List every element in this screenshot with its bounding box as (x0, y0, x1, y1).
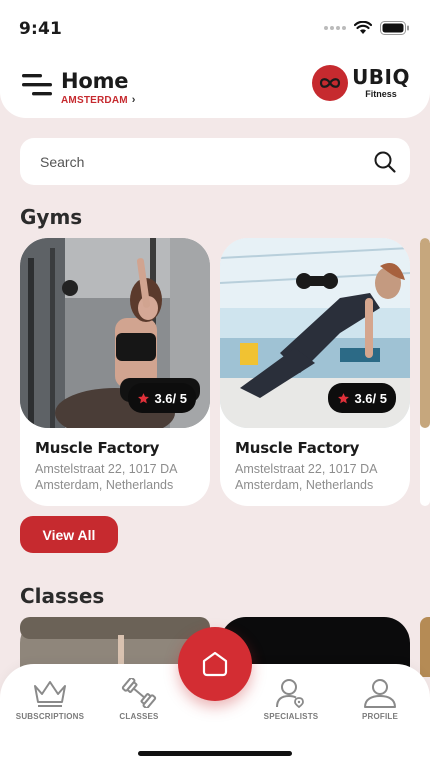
gym-name: Muscle Factory (35, 439, 160, 457)
gym-card[interactable]: 3.6/ 5 Muscle Factory Amstelstraat 22, 1… (220, 238, 410, 506)
home-indicator (138, 751, 292, 756)
rating-badge: 3.6/ 5 (128, 383, 196, 413)
rating-badge: 3.6/ 5 (328, 383, 396, 413)
page-title: Home (61, 69, 129, 93)
tab-subscriptions[interactable]: SUBSCRIPTIONS (10, 678, 90, 721)
brand-subtitle: Fitness (365, 89, 397, 99)
tab-label: SUBSCRIPTIONS (15, 712, 85, 721)
location-label: AMSTERDAM (61, 94, 128, 106)
status-bar: 9:41 (0, 0, 430, 54)
app-header: Home AMSTERDAM › UBIQ Fitness (0, 54, 430, 118)
star-icon (338, 392, 350, 403)
location-selector[interactable]: AMSTERDAM › (61, 94, 136, 106)
specialist-icon (276, 679, 304, 708)
tab-label: PROFILE (361, 712, 399, 721)
rating-value: 3.6/ 5 (354, 390, 387, 406)
tab-label: CLASSES (119, 712, 159, 721)
tab-profile[interactable]: PROFILE (340, 678, 420, 721)
brand-name: UBIQ (352, 65, 410, 89)
gyms-section-title: Gyms (20, 205, 83, 229)
tab-specialists[interactable]: SPECIALISTS (251, 678, 331, 721)
gym-photo (420, 238, 430, 428)
gym-address: Amstelstraat 22, 1017 DA Amsterdam, Neth… (235, 462, 377, 492)
brand-logo: UBIQ Fitness (312, 65, 410, 101)
tab-label: SPECIALISTS (263, 712, 319, 721)
gym-card[interactable]: 3.6/ 5 Muscle Factory Amstelstraat 22, 1… (20, 238, 210, 506)
search-bar[interactable]: Search (20, 138, 410, 185)
battery-icon (380, 21, 409, 35)
classes-section-title: Classes (20, 584, 105, 608)
search-input[interactable]: Search (40, 154, 84, 170)
gym-address: Amstelstraat 22, 1017 DA Amsterdam, Neth… (35, 462, 177, 492)
status-time: 9:41 (19, 19, 63, 39)
gym-card[interactable] (420, 238, 430, 506)
star-icon (138, 392, 150, 403)
home-button[interactable] (178, 627, 252, 701)
menu-icon[interactable] (22, 72, 54, 98)
profile-icon (364, 679, 396, 708)
signal-icon (324, 26, 346, 30)
tab-classes[interactable]: CLASSES (99, 678, 179, 721)
search-icon[interactable] (373, 150, 397, 174)
dumbbell-icon (121, 678, 157, 708)
status-icons (324, 21, 410, 35)
infinity-icon (312, 65, 349, 101)
crown-icon (34, 681, 66, 707)
wifi-icon (354, 21, 372, 34)
gyms-carousel[interactable]: 3.6/ 5 Muscle Factory Amstelstraat 22, 1… (20, 238, 430, 506)
rating-value: 3.6/ 5 (154, 390, 187, 406)
view-all-button[interactable]: View All (20, 516, 118, 553)
gym-name: Muscle Factory (235, 439, 360, 457)
chevron-right-icon: › (131, 94, 136, 106)
home-icon (202, 651, 228, 677)
